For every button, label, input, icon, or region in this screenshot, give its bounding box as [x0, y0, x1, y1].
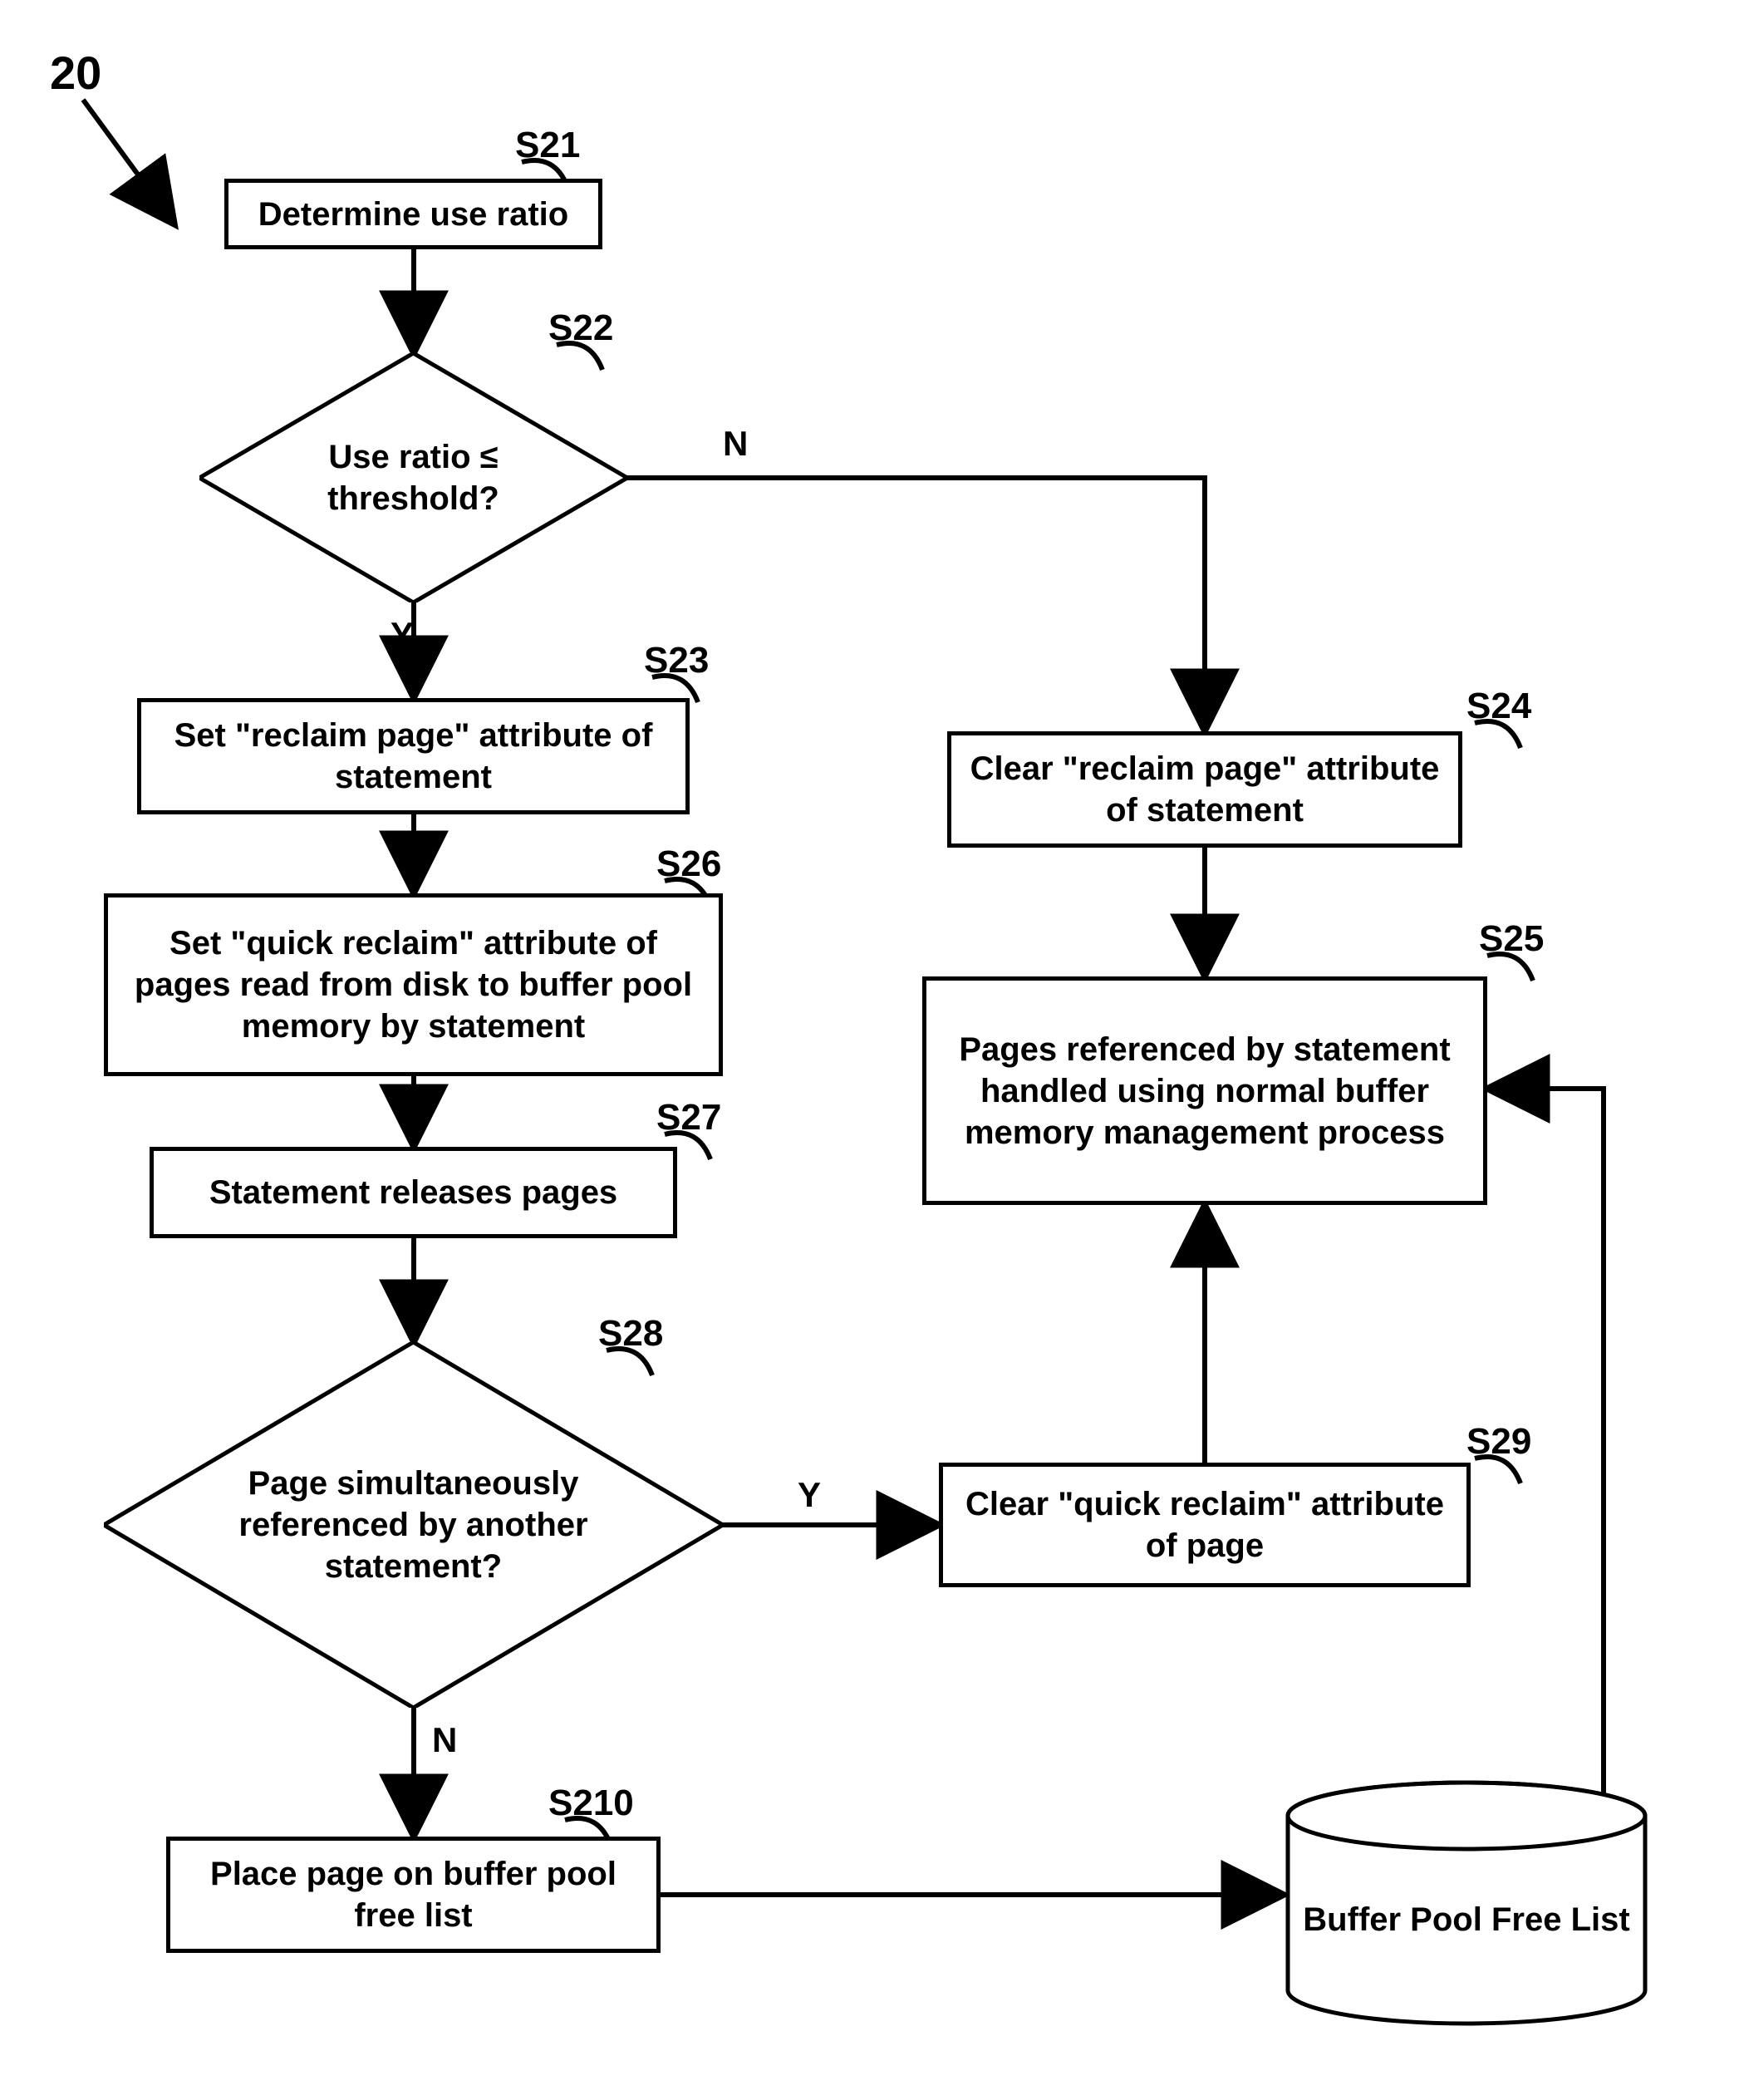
step-tag-s29: S29 [1466, 1421, 1531, 1463]
decision-text: Page simultaneously referenced by anothe… [212, 1463, 615, 1587]
step-tag-s25: S25 [1479, 918, 1544, 960]
process-text: Place page on buffer pool free list [187, 1853, 640, 1936]
edge-label-s28-yes: Y [798, 1475, 821, 1515]
step-tag-s22: S22 [548, 307, 613, 349]
datastore-text: Buffer Pool Free List [1303, 1900, 1629, 1940]
figure-number: 20 [50, 46, 101, 100]
process-text: Set "quick reclaim" attribute of pages r… [125, 922, 702, 1047]
process-normal-buffer-mgmt: Pages referenced by statement handled us… [922, 976, 1487, 1205]
step-tag-s210: S210 [548, 1783, 634, 1824]
flowchart-canvas: 20 S21 Determine use ratio S22 Use ratio… [0, 0, 1739, 2100]
step-tag-s26: S26 [656, 843, 721, 885]
step-tag-s27: S27 [656, 1097, 721, 1139]
process-text: Determine use ratio [258, 194, 568, 235]
process-set-reclaim-page: Set "reclaim page" attribute of statemen… [137, 698, 690, 814]
process-text: Clear "reclaim page" attribute of statem… [968, 748, 1442, 831]
decision-use-ratio-threshold: Use ratio ≤ threshold? [199, 353, 627, 602]
decision-text: Use ratio ≤ threshold? [249, 436, 577, 519]
decision-page-referenced: Page simultaneously referenced by anothe… [104, 1342, 723, 1708]
process-determine-use-ratio: Determine use ratio [224, 179, 602, 249]
process-set-quick-reclaim: Set "quick reclaim" attribute of pages r… [104, 893, 723, 1076]
process-place-page-free-list: Place page on buffer pool free list [166, 1837, 661, 1953]
datastore-buffer-pool-free-list: Buffer Pool Free List [1284, 1778, 1649, 2028]
edge-label-s22-yes: Y [391, 615, 414, 655]
step-tag-s23: S23 [644, 640, 709, 681]
process-clear-quick-reclaim: Clear "quick reclaim" attribute of page [939, 1463, 1471, 1587]
process-clear-reclaim-page: Clear "reclaim page" attribute of statem… [947, 731, 1462, 848]
process-text: Pages referenced by statement handled us… [943, 1029, 1466, 1153]
process-text: Statement releases pages [209, 1172, 617, 1213]
process-statement-releases-pages: Statement releases pages [150, 1147, 677, 1238]
edge-label-s28-no: N [432, 1720, 457, 1760]
edge-label-s22-no: N [723, 424, 748, 464]
process-text: Clear "quick reclaim" attribute of page [960, 1483, 1450, 1566]
step-tag-s24: S24 [1466, 686, 1531, 727]
step-tag-s21: S21 [515, 125, 580, 166]
process-text: Set "reclaim page" attribute of statemen… [158, 715, 669, 798]
